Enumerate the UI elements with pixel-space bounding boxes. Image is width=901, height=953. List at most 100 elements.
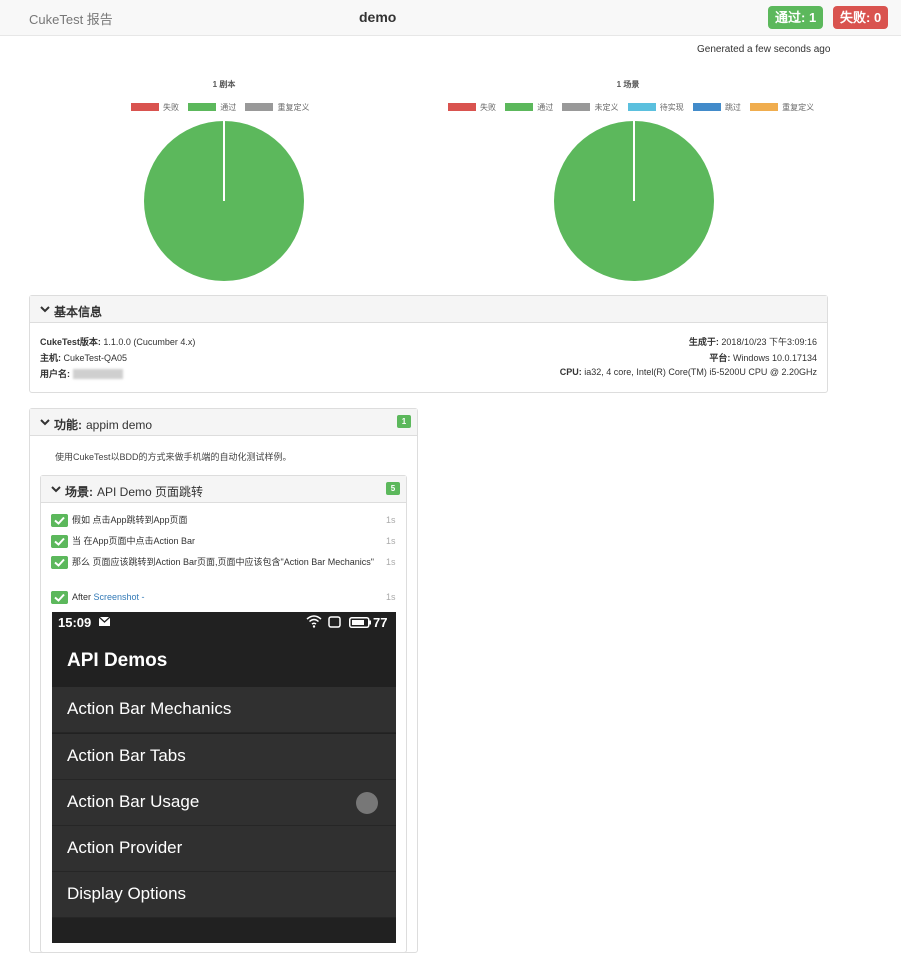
legend-item-skipped[interactable]: 跳过 [692, 102, 741, 113]
features-pie [144, 121, 304, 281]
step-duration: 1s [386, 592, 396, 602]
scenarios-chart-title: 1 场景 [616, 80, 640, 89]
basic-info-header[interactable]: 基本信息 [30, 296, 827, 323]
step-text: 那么 页面应该跳转到Action Bar页面,页面中应该包含"Action Ba… [72, 557, 374, 567]
cpu-row: CPU: ia32, 4 core, Intel(R) Core(TM) i5-… [560, 367, 817, 377]
host-row: 主机: CukeTest-QA05 [40, 351, 127, 364]
features-chart-legend: 失败 通过 重复定义 [131, 102, 316, 113]
legend-swatch [562, 103, 591, 111]
feature-header[interactable]: 功能: appim demo 1 [30, 409, 417, 436]
screen-rotation-icon [328, 616, 341, 628]
phone-list-item[interactable]: Action Bar Usage [52, 780, 396, 826]
feature-name: appim demo [86, 418, 153, 432]
basic-info-panel: 基本信息 CukeTest版本: 1.1.0.0 (Cucumber 4.x) … [29, 295, 828, 393]
scenario-header[interactable]: 场景: API Demo 页面跳转 5 [41, 476, 406, 503]
legend-item-passed[interactable]: 通过 [505, 102, 553, 113]
scenario-count-badge: 5 [386, 482, 400, 495]
step-duration: 1s [386, 515, 396, 525]
legend-swatch [692, 103, 721, 111]
legend-swatch [188, 103, 217, 111]
check-icon [51, 535, 68, 548]
battery-level: 77 [373, 615, 388, 630]
touch-indicator [356, 792, 378, 814]
legend-item-passed[interactable]: 通过 [188, 102, 236, 113]
scenario-name: API Demo 页面跳转 [97, 485, 204, 499]
legend-item-failed[interactable]: 失败 [131, 102, 179, 113]
status-time: 15:09 [58, 615, 92, 630]
generated-row: 生成于: 2018/10/23 下午3:09:16 [689, 335, 817, 348]
phone-list-item[interactable]: Action Provider [52, 826, 396, 872]
features-chart-title: 1 剧本 [212, 80, 236, 89]
legend-label: 失败 [163, 103, 179, 112]
generated-label: 生成于: [688, 337, 719, 347]
generated-value: 2018/10/23 下午3:09:16 [721, 337, 817, 347]
check-icon [51, 556, 68, 569]
step-duration: 1s [386, 536, 396, 546]
user-row: 用户名: [40, 367, 123, 380]
legend-swatch [245, 103, 274, 111]
user-value-redacted [72, 369, 123, 379]
mail-icon [99, 616, 110, 626]
phone-list-item-label: Display Options [67, 884, 187, 903]
brand-link[interactable]: CukeTest 报告 [29, 9, 113, 28]
step-row: 那么 页面应该跳转到Action Bar页面,页面中应该包含"Action Ba… [51, 556, 377, 582]
legend-item-pending[interactable]: 待实现 [627, 102, 684, 113]
version-value: 1.1.0.0 (Cucumber 4.x) [103, 337, 196, 347]
legend-item-failed[interactable]: 失败 [448, 102, 496, 113]
scenarios-chart-legend: 失败 通过 未定义 待实现 跳过 重复定义 [448, 102, 821, 113]
legend-label: 重复定义 [277, 103, 310, 112]
feature-description: 使用CukeTest以BDD的方式来做手机端的自动化测试样例。 [55, 452, 292, 462]
phone-list-item[interactable]: Action Bar Mechanics [52, 687, 396, 733]
platform-row: 平台: Windows 10.0.17134 [709, 351, 817, 364]
screenshot-link[interactable]: Screenshot - [94, 592, 145, 602]
scenario-label: 场景: [65, 485, 93, 499]
version-row: CukeTest版本: 1.1.0.0 (Cucumber 4.x) [40, 335, 195, 348]
step-text: 当 在App页面中点击Action Bar [72, 536, 196, 546]
chevron-down-icon [40, 419, 50, 426]
user-label: 用户名: [40, 369, 70, 379]
phone-list-item-label: Action Bar Usage [67, 792, 200, 811]
phone-status-bar: 15:09 77 [52, 612, 396, 634]
feature-count-badge: 1 [397, 415, 411, 428]
phone-list-item-label: Action Bar Tabs [67, 746, 186, 765]
battery-icon [349, 617, 371, 628]
legend-label: 重复定义 [782, 103, 815, 112]
legend-label: 通过 [220, 103, 237, 112]
phone-list-item[interactable]: Action Bar Tabs [52, 734, 396, 780]
cpu-label: CPU: [559, 367, 582, 377]
phone-list-item-label: Action Provider [67, 838, 183, 857]
features-chart: 1 剧本 失败 通过 重复定义 [122, 79, 326, 289]
scenarios-chart: 1 场景 失败 通过 未定义 待实现 跳过 重复定义 [448, 79, 818, 289]
chevron-down-icon [51, 486, 61, 493]
host-label: 主机: [40, 353, 61, 363]
legend-item-ambiguous[interactable]: 重复定义 [750, 102, 814, 113]
check-icon [51, 514, 68, 527]
basic-info-title: 基本信息 [54, 305, 103, 319]
legend-swatch [448, 103, 476, 111]
version-label: CukeTest版本: [40, 337, 101, 347]
legend-label: 失败 [480, 103, 496, 112]
legend-label: 未定义 [594, 103, 619, 112]
phone-list-item[interactable]: Display Options [52, 872, 396, 918]
report-title: demo [359, 9, 397, 25]
legend-swatch [627, 103, 656, 111]
phone-app-bar: API Demos [52, 634, 396, 687]
screenshot-image[interactable]: 15:09 77 API Demos Action Bar Mechanics … [52, 612, 396, 943]
scenarios-pie [554, 121, 714, 281]
legend-label: 跳过 [724, 103, 741, 112]
platform-label: 平台: [709, 353, 731, 363]
after-prefix: After [72, 592, 92, 602]
top-navbar: CukeTest 报告 demo 通过: 1 失败: 0 [0, 0, 901, 36]
legend-swatch [505, 103, 534, 111]
failed-count-badge: 失败: 0 [833, 6, 889, 29]
legend-item-ambiguous[interactable]: 重复定义 [245, 102, 309, 113]
cpu-value: ia32, 4 core, Intel(R) Core(TM) i5-5200U… [584, 367, 817, 377]
phone-list-item-label: Action Bar Mechanics [67, 699, 232, 718]
legend-label: 待实现 [659, 103, 684, 112]
platform-value: Windows 10.0.17134 [732, 353, 817, 363]
phone-app-title: API Demos [67, 650, 168, 671]
legend-item-undefined[interactable]: 未定义 [562, 102, 618, 113]
wifi-icon [306, 615, 322, 628]
passed-count-badge: 通过: 1 [768, 6, 824, 29]
legend-swatch [750, 103, 779, 111]
